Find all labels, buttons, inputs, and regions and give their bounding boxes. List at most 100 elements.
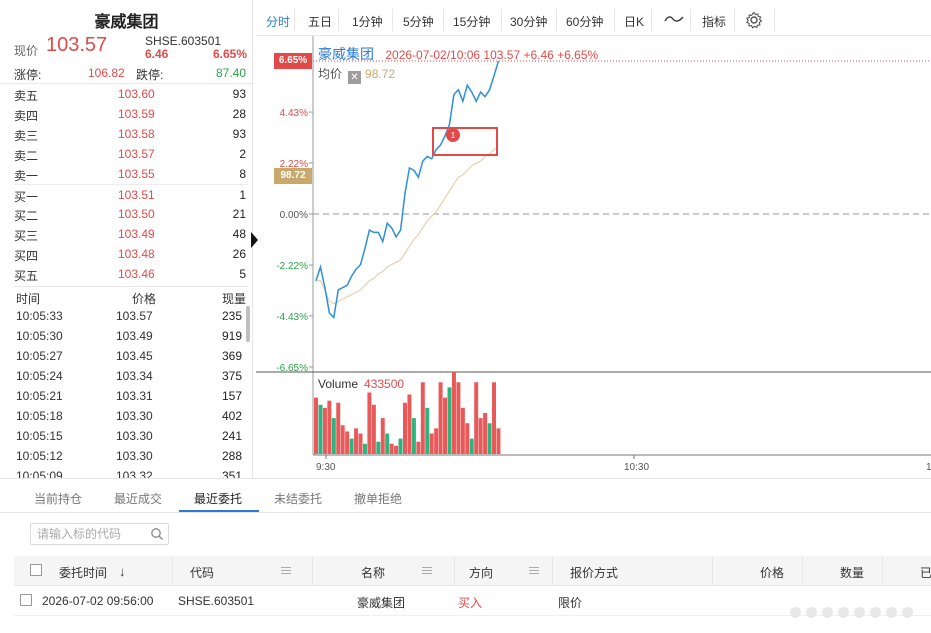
orderbook-level: 卖四 (14, 109, 39, 123)
close-icon[interactable]: ✕ (348, 71, 362, 84)
column-divider[interactable] (552, 556, 553, 586)
order-time: 2026-07-02 09:56:00 (42, 594, 154, 608)
col-code[interactable]: 代码 (190, 564, 214, 581)
column-divider[interactable] (454, 556, 455, 586)
orderbook-volume: 93 (232, 127, 246, 141)
orderbook-row[interactable]: 买二 103.50 21 (14, 204, 248, 224)
column-divider[interactable] (882, 556, 883, 586)
orderbook-price: 103.48 (118, 247, 155, 261)
orderbook-volume: 5 (239, 267, 246, 281)
tick-time: 10:05:18 (16, 409, 63, 423)
tick-volume: 157 (221, 389, 242, 403)
symbol-search[interactable] (30, 523, 169, 545)
col-price[interactable]: 价格 (760, 564, 784, 581)
volume-bar (358, 433, 363, 454)
column-menu-icon[interactable] (529, 567, 539, 575)
tick-time: 10:05:24 (16, 369, 63, 383)
column-divider[interactable] (312, 556, 313, 586)
tick-volume: 235 (221, 309, 242, 323)
tab-rejected[interactable]: 撤单拒绝 (354, 490, 402, 507)
tick-price: 103.30 (116, 409, 153, 423)
volume-bar (362, 443, 367, 454)
tab-recent-orders[interactable]: 最近委托 (194, 490, 242, 507)
volume-bar (331, 418, 336, 454)
tab-recent-trades[interactable]: 最近成交 (114, 490, 162, 507)
symbol-search-input[interactable] (37, 526, 149, 542)
sort-down-icon[interactable]: ↓ (119, 564, 126, 579)
tick-row: 10:05:21 103.31 157 (14, 386, 248, 406)
price-change-pct: 6.65% (212, 47, 247, 61)
top-pct-tag: 6.65% (274, 53, 312, 69)
search-icon[interactable] (150, 527, 164, 541)
col-filled[interactable]: 已 (920, 564, 931, 581)
volume-legend: Volume 433500 (318, 377, 404, 391)
orderbook-row[interactable]: 买三 103.49 48 (14, 224, 248, 244)
volume-bar (394, 445, 399, 454)
order-code: SHSE.603501 (178, 594, 255, 608)
tick-time: 10:05:30 (16, 329, 63, 343)
tick-volume: 375 (221, 369, 242, 383)
orderbook-row[interactable]: 卖一 103.55 8 (14, 164, 248, 184)
tick-price: 103.30 (116, 449, 153, 463)
orderbook-price: 103.55 (118, 167, 155, 181)
column-menu-icon[interactable] (281, 567, 291, 575)
avg-price-line (316, 146, 499, 305)
orderbook-row[interactable]: 卖四 103.59 28 (14, 104, 248, 124)
orderbook-row[interactable]: 卖二 103.57 2 (14, 144, 248, 164)
tick-row: 10:05:15 103.30 241 (14, 426, 248, 446)
volume-bar (456, 382, 461, 454)
tab-positions[interactable]: 当前持仓 (34, 490, 82, 507)
column-divider[interactable] (712, 556, 713, 586)
col-name[interactable]: 名称 (361, 564, 385, 581)
select-all-checkbox[interactable] (30, 564, 42, 576)
volume-bar (354, 428, 359, 454)
y-tick-label: -4.43% (276, 312, 308, 323)
col-direction[interactable]: 方向 (469, 564, 493, 581)
x-tick-label: 11 (926, 462, 931, 473)
orderbook-row[interactable]: 买一 103.51 1 (14, 184, 248, 204)
volume-bar (420, 382, 425, 454)
tick-volume: 369 (221, 349, 242, 363)
quote-panel: 豪威集团 现价 103.57 SHSE.603501 6.46 6.65% 涨停… (0, 0, 253, 478)
volume-bar (465, 423, 470, 454)
column-menu-icon[interactable] (422, 567, 432, 575)
orderbook-price: 103.51 (118, 188, 155, 202)
stock-name: 豪威集团 (94, 14, 159, 31)
ticks-header-vol: 现量 (221, 292, 246, 306)
orderbook-level: 卖一 (14, 169, 39, 183)
tick-price: 103.57 (116, 309, 153, 323)
limit-down-value: 87.40 (215, 66, 246, 80)
volume-bar (451, 372, 456, 454)
column-divider[interactable] (172, 556, 173, 586)
orderbook-level: 买四 (14, 249, 39, 263)
tick-list-scrollbar[interactable] (246, 306, 250, 342)
col-time[interactable]: 委托时间 (59, 564, 107, 581)
price-change: 6.46 (145, 47, 169, 61)
volume-bar (389, 443, 394, 454)
orderbook-row[interactable]: 买五 103.46 5 (14, 264, 248, 284)
annotation-label: 1 (451, 131, 456, 140)
tab-open-orders[interactable]: 未结委托 (274, 490, 322, 507)
volume-bar (474, 382, 479, 454)
row-checkbox[interactable] (20, 594, 32, 606)
col-qty[interactable]: 数量 (840, 564, 864, 581)
limit-row: 涨停: 106.82 跌停: 87.40 (14, 64, 248, 82)
volume-bar (496, 428, 501, 454)
orderbook-row[interactable]: 卖三 103.58 93 (14, 124, 248, 144)
orderbook-level: 买三 (14, 229, 39, 243)
orderbook-row[interactable]: 卖五 103.60 93 (14, 84, 248, 104)
y-tick-label: 4.43% (280, 108, 308, 119)
ticks-header: 时间 价格 现量 (14, 286, 248, 306)
column-divider[interactable] (802, 556, 803, 586)
tick-volume: 288 (221, 449, 242, 463)
orderbook-row[interactable]: 买四 103.48 26 (14, 244, 248, 264)
tick-volume: 919 (221, 329, 242, 343)
last-price: 103.57 (46, 34, 108, 56)
tick-price: 103.49 (116, 329, 153, 343)
volume-bar (380, 418, 385, 454)
tick-volume: 241 (221, 429, 242, 443)
tick-time: 10:05:21 (16, 389, 63, 403)
volume-bar (327, 400, 332, 454)
volume-bar (460, 407, 465, 454)
col-order-type[interactable]: 报价方式 (570, 564, 618, 581)
